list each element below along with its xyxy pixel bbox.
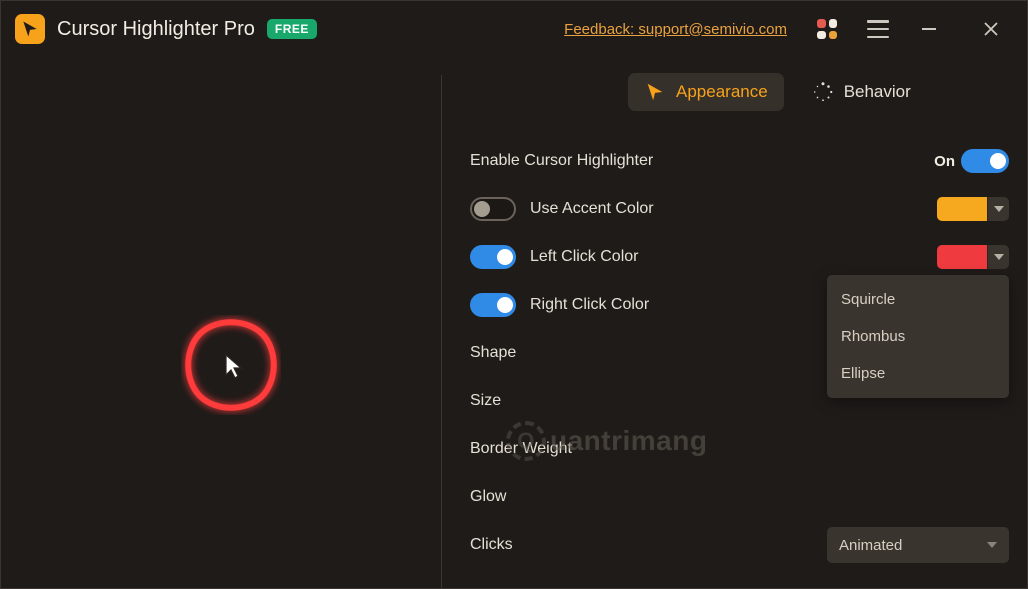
app-logo: [15, 14, 45, 44]
color-swatch: [937, 245, 987, 269]
close-icon: [984, 22, 998, 36]
label: Right Click Color: [530, 296, 649, 314]
main-area: Appearance Behavior Enable Cursor: [1, 57, 1027, 588]
accent-color-picker[interactable]: [937, 197, 1009, 221]
shape-option-ellipse[interactable]: Ellipse: [827, 355, 1009, 392]
app-title: Cursor Highlighter Pro: [57, 18, 255, 41]
free-badge: FREE: [267, 19, 317, 39]
color-swatch: [937, 197, 987, 221]
tab-label: Behavior: [844, 82, 911, 102]
chevron-down-icon: [987, 542, 997, 548]
minimize-button[interactable]: [907, 11, 951, 47]
shape-dropdown: Squircle Rhombus Ellipse: [827, 275, 1009, 398]
cursor-icon: [644, 81, 666, 103]
apps-grid-icon[interactable]: [817, 19, 837, 39]
menu-icon[interactable]: [867, 20, 889, 38]
shape-option-rhombus[interactable]: Rhombus: [827, 318, 1009, 355]
tab-label: Appearance: [676, 82, 768, 102]
label: Clicks: [470, 536, 827, 554]
right-click-toggle[interactable]: [470, 293, 516, 317]
row-glow: Glow: [470, 473, 1009, 521]
tab-behavior[interactable]: Behavior: [796, 73, 927, 111]
label: Enable Cursor Highlighter: [470, 152, 934, 170]
toggle-state-text: On: [934, 153, 955, 170]
left-click-color-picker[interactable]: [937, 245, 1009, 269]
watermark: Q uantrimang: [506, 421, 707, 461]
label: Left Click Color: [530, 248, 638, 266]
label: Use Accent Color: [530, 200, 654, 218]
spinner-icon: [812, 81, 834, 103]
row-clicks: Clicks Animated: [470, 521, 1009, 569]
title-bar: Cursor Highlighter Pro FREE Feedback: su…: [1, 1, 1027, 57]
enable-toggle[interactable]: [961, 149, 1009, 173]
row-left-click-color: Left Click Color: [470, 233, 1009, 281]
close-button[interactable]: [969, 11, 1013, 47]
row-enable: Enable Cursor Highlighter On: [470, 137, 1009, 185]
clicks-select[interactable]: Animated: [827, 527, 1009, 563]
preview-pane: [1, 57, 441, 588]
select-value: Animated: [839, 537, 902, 554]
left-click-toggle[interactable]: [470, 245, 516, 269]
label: Shape: [470, 344, 827, 362]
row-accent-color: Use Accent Color: [470, 185, 1009, 233]
cursor-icon: [20, 19, 40, 39]
tab-appearance[interactable]: Appearance: [628, 73, 784, 111]
feedback-link[interactable]: Feedback: support@semivio.com: [564, 21, 787, 38]
chevron-down-icon: [987, 197, 1009, 221]
chevron-down-icon: [987, 245, 1009, 269]
preview-cursor-icon: [224, 353, 244, 381]
tabs: Appearance Behavior: [628, 73, 1009, 111]
label: Glow: [470, 488, 1009, 506]
settings-panel: Appearance Behavior Enable Cursor: [442, 57, 1027, 588]
shape-option-squircle[interactable]: Squircle: [827, 281, 1009, 318]
watermark-logo-icon: Q: [506, 421, 546, 461]
watermark-text: uantrimang: [550, 425, 707, 457]
accent-toggle[interactable]: [470, 197, 516, 221]
